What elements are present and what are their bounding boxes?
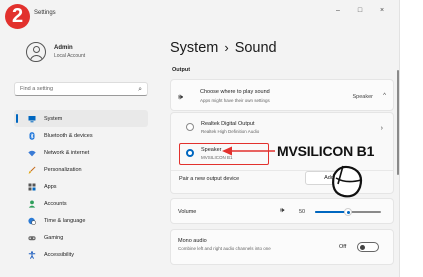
breadcrumb-separator: ›	[224, 40, 229, 55]
mono-audio-title: Mono audio	[178, 238, 207, 244]
choose-output-subtitle: Apps might have their own settings	[200, 98, 270, 103]
minimize-button[interactable]: –	[327, 4, 349, 18]
output-section-label: Output	[172, 67, 191, 73]
search-input[interactable]: Find a setting ⌕	[14, 82, 148, 96]
device-subtitle: Realtek High Definition Audio	[201, 129, 260, 134]
realtek-radio[interactable]	[186, 123, 194, 131]
sidebar-item-label: Personalization	[44, 166, 82, 173]
divider	[171, 170, 393, 171]
sidebar-item-label: Accounts	[44, 200, 67, 207]
settings-window: 2 Settings – □ × Admin Local Account Fin…	[0, 0, 400, 277]
window-controls: – □ ×	[327, 4, 393, 18]
scrollbar[interactable]	[397, 70, 399, 175]
sidebar-item-system[interactable]: System	[14, 110, 148, 127]
choose-output-value: Speaker	[352, 94, 374, 100]
volume-row: Volume 🕪 50	[170, 198, 394, 224]
person-icon	[28, 200, 36, 208]
profile-name: Admin	[54, 45, 73, 51]
sidebar-item-gaming[interactable]: Gaming	[14, 229, 148, 246]
volume-slider-thumb[interactable]	[344, 208, 352, 216]
step-number-badge: 2	[5, 4, 30, 29]
sidebar-item-label: System	[44, 115, 63, 122]
controller-icon	[28, 234, 36, 242]
choose-output-title: Choose where to play sound	[200, 89, 270, 95]
add-device-button[interactable]: Add	[305, 171, 353, 185]
window-title: Settings	[34, 10, 56, 16]
sidebar-item-accounts[interactable]: Accounts	[14, 195, 148, 212]
device-name: Speaker	[201, 147, 222, 153]
sidebar-item-accessibility[interactable]: Accessibility	[14, 246, 148, 263]
sidebar-item-personalization[interactable]: Personalization	[14, 161, 148, 178]
avatar-icon	[26, 42, 46, 62]
sidebar-item-time-language[interactable]: Time & language	[14, 212, 148, 229]
globe-clock-icon	[28, 217, 36, 225]
pair-device-label: Pair a new output device	[179, 176, 240, 182]
sidebar-item-label: Accessibility	[44, 251, 74, 258]
wifi-icon	[28, 149, 36, 157]
sidebar-item-apps[interactable]: Apps	[14, 178, 148, 195]
search-icon: ⌕	[138, 86, 142, 93]
chevron-right-icon[interactable]: ›	[381, 125, 383, 132]
close-button[interactable]: ×	[371, 4, 393, 18]
sidebar-item-label: Network & internet	[44, 149, 90, 156]
choose-output-dropdown[interactable]: 🕪 Choose where to play sound Apps might …	[170, 79, 394, 111]
breadcrumb: System › Sound	[170, 40, 277, 56]
mono-audio-row: Mono audio Combine left and right audio …	[170, 229, 394, 265]
sidebar-nav: System Bluetooth & devices Network & int…	[14, 110, 148, 263]
monitor-icon	[28, 115, 36, 123]
search-placeholder: Find a setting	[20, 86, 54, 92]
sidebar-item-bluetooth[interactable]: Bluetooth & devices	[14, 127, 148, 144]
mono-audio-state: Off	[339, 244, 347, 250]
sidebar-item-network[interactable]: Network & internet	[14, 144, 148, 161]
speaker-radio[interactable]	[186, 149, 194, 157]
breadcrumb-parent[interactable]: System	[170, 40, 218, 56]
accessibility-icon	[28, 250, 36, 259]
device-name: Realtek Digital Output	[201, 121, 255, 127]
mono-audio-subtitle: Combine left and right audio channels in…	[178, 246, 271, 251]
sidebar-item-label: Gaming	[44, 234, 64, 241]
user-profile[interactable]: Admin Local Account	[26, 42, 85, 62]
chevron-up-icon: ^	[383, 93, 386, 99]
maximize-button[interactable]: □	[349, 4, 371, 18]
profile-subtitle: Local Account	[54, 53, 86, 59]
sidebar-item-label: Apps	[44, 183, 57, 190]
device-subtitle: MVSILICON B1	[201, 155, 233, 160]
annotation-label: MVSILICON B1	[277, 143, 375, 159]
page-title: Sound	[234, 40, 277, 56]
speaker-icon: 🕪	[178, 92, 184, 101]
apps-icon	[28, 183, 36, 191]
mono-audio-toggle[interactable]	[357, 242, 379, 252]
sidebar-item-label: Time & language	[44, 217, 86, 224]
volume-value: 50	[299, 209, 306, 215]
sidebar-item-label: Bluetooth & devices	[44, 132, 93, 139]
volume-slider[interactable]	[315, 208, 381, 216]
speaker-icon[interactable]: 🕪	[280, 207, 284, 215]
brush-icon	[28, 166, 36, 174]
volume-label: Volume	[178, 209, 197, 215]
bluetooth-icon	[28, 131, 36, 140]
